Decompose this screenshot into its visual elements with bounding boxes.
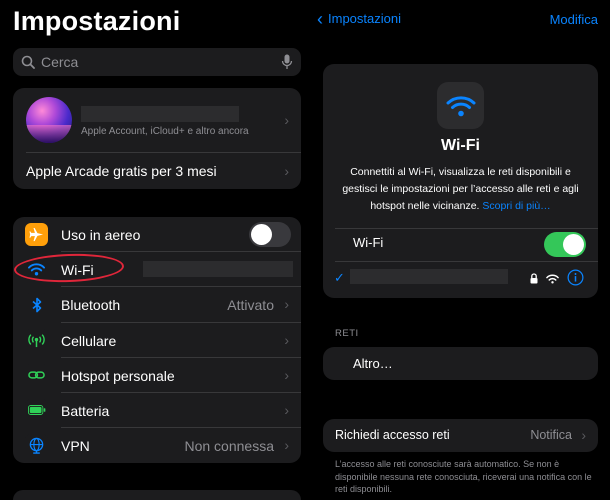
search-placeholder: Cerca (41, 54, 79, 70)
settings-row-battery[interactable]: Batteria › (13, 393, 301, 429)
airplane-mode-toggle[interactable] (249, 222, 291, 247)
card-title: Wi-Fi (441, 137, 480, 154)
chevron-right-icon: › (284, 296, 289, 313)
row-label: Batteria (61, 402, 110, 419)
chevron-right-icon: › (284, 163, 289, 179)
wifi-network-name-redacted (143, 261, 293, 278)
account-group: Apple Account, iCloud+ e altro ancora › … (13, 88, 301, 189)
bluetooth-icon (25, 293, 48, 317)
ask-to-join-value: Notifica (530, 428, 572, 442)
back-label: Impostazioni (328, 11, 401, 26)
row-label: Bluetooth (61, 297, 121, 314)
wifi-toggle-label: Wi-Fi (353, 235, 384, 250)
settings-row-vpn[interactable]: VPN Non connessa › (13, 428, 301, 463)
wifi-detail-pane: ‹ Impostazioni Modifica Wi-Fi Connettiti… (313, 0, 610, 500)
back-button[interactable]: ‹ Impostazioni (317, 8, 401, 29)
page-title: Impostazioni (13, 6, 181, 36)
settings-row-personal-hotspot[interactable]: Hotspot personale › (13, 358, 301, 393)
card-description: Connettiti al Wi-Fi, visualizza le reti … (335, 164, 586, 215)
chevron-right-icon: › (581, 427, 586, 443)
learn-more-link[interactable]: Scopri di più… (482, 200, 550, 212)
wifi-signal-icon (546, 271, 559, 289)
settings-row-airplane-mode[interactable]: Uso in aereo (13, 217, 301, 253)
connected-network-redacted[interactable] (350, 269, 508, 284)
wifi-header-card: Wi-Fi Connettiti al Wi-Fi, visualizza le… (323, 64, 598, 298)
arcade-offer-row[interactable]: Apple Arcade gratis per 3 mesi › (13, 153, 301, 189)
vpn-icon (25, 434, 48, 458)
ask-to-join-label: Richiedi accesso reti (335, 428, 450, 442)
ask-to-join-footer: L’accesso alle reti conosciute sarà auto… (335, 459, 592, 494)
row-label: VPN (61, 438, 90, 455)
next-group-peek (13, 490, 301, 500)
chevron-left-icon: ‹ (317, 8, 323, 29)
wifi-toggle[interactable] (544, 232, 586, 257)
account-subtitle: Apple Account, iCloud+ e altro ancora (81, 126, 249, 137)
chevron-right-icon: › (284, 366, 289, 383)
chevron-right-icon: › (284, 437, 289, 454)
chevron-right-icon: › (284, 401, 289, 418)
chevron-right-icon: › (284, 331, 289, 348)
row-value: Attivato (227, 297, 274, 314)
info-icon[interactable] (567, 269, 584, 291)
cellular-icon (25, 328, 48, 352)
wifi-app-icon (437, 82, 484, 129)
account-row[interactable]: Apple Account, iCloud+ e altro ancora › (13, 88, 301, 152)
account-name-redacted (81, 106, 239, 122)
networks-section-header: RETI (335, 328, 359, 339)
other-network-row[interactable]: Altro… (323, 347, 598, 380)
row-label: Hotspot personale (61, 367, 175, 384)
row-value: Non connessa (184, 438, 274, 455)
battery-icon (25, 398, 48, 422)
arcade-offer-label: Apple Arcade gratis per 3 mesi (26, 163, 217, 179)
ask-to-join-row[interactable]: Richiedi accesso reti Notifica › (323, 419, 598, 452)
search-field[interactable]: Cerca (13, 48, 301, 76)
other-network-label: Altro… (353, 356, 393, 371)
settings-row-cellular[interactable]: Cellulare › (13, 323, 301, 358)
row-label: Cellulare (61, 332, 117, 349)
airplane-icon (25, 223, 48, 246)
edit-button[interactable]: Modifica (550, 12, 598, 27)
lock-icon (530, 271, 538, 289)
avatar (26, 97, 72, 143)
hotspot-icon (25, 363, 48, 387)
settings-sidebar: Impostazioni Cerca Apple Account, iCloud… (0, 0, 313, 500)
chevron-right-icon: › (284, 112, 289, 128)
settings-row-bluetooth[interactable]: Bluetooth Attivato › (13, 287, 301, 323)
network-status-icons (530, 269, 584, 291)
row-label: Uso in aereo (61, 227, 141, 243)
search-icon (21, 55, 35, 69)
checkmark-icon: ✓ (334, 270, 345, 285)
microphone-icon[interactable] (281, 54, 293, 70)
